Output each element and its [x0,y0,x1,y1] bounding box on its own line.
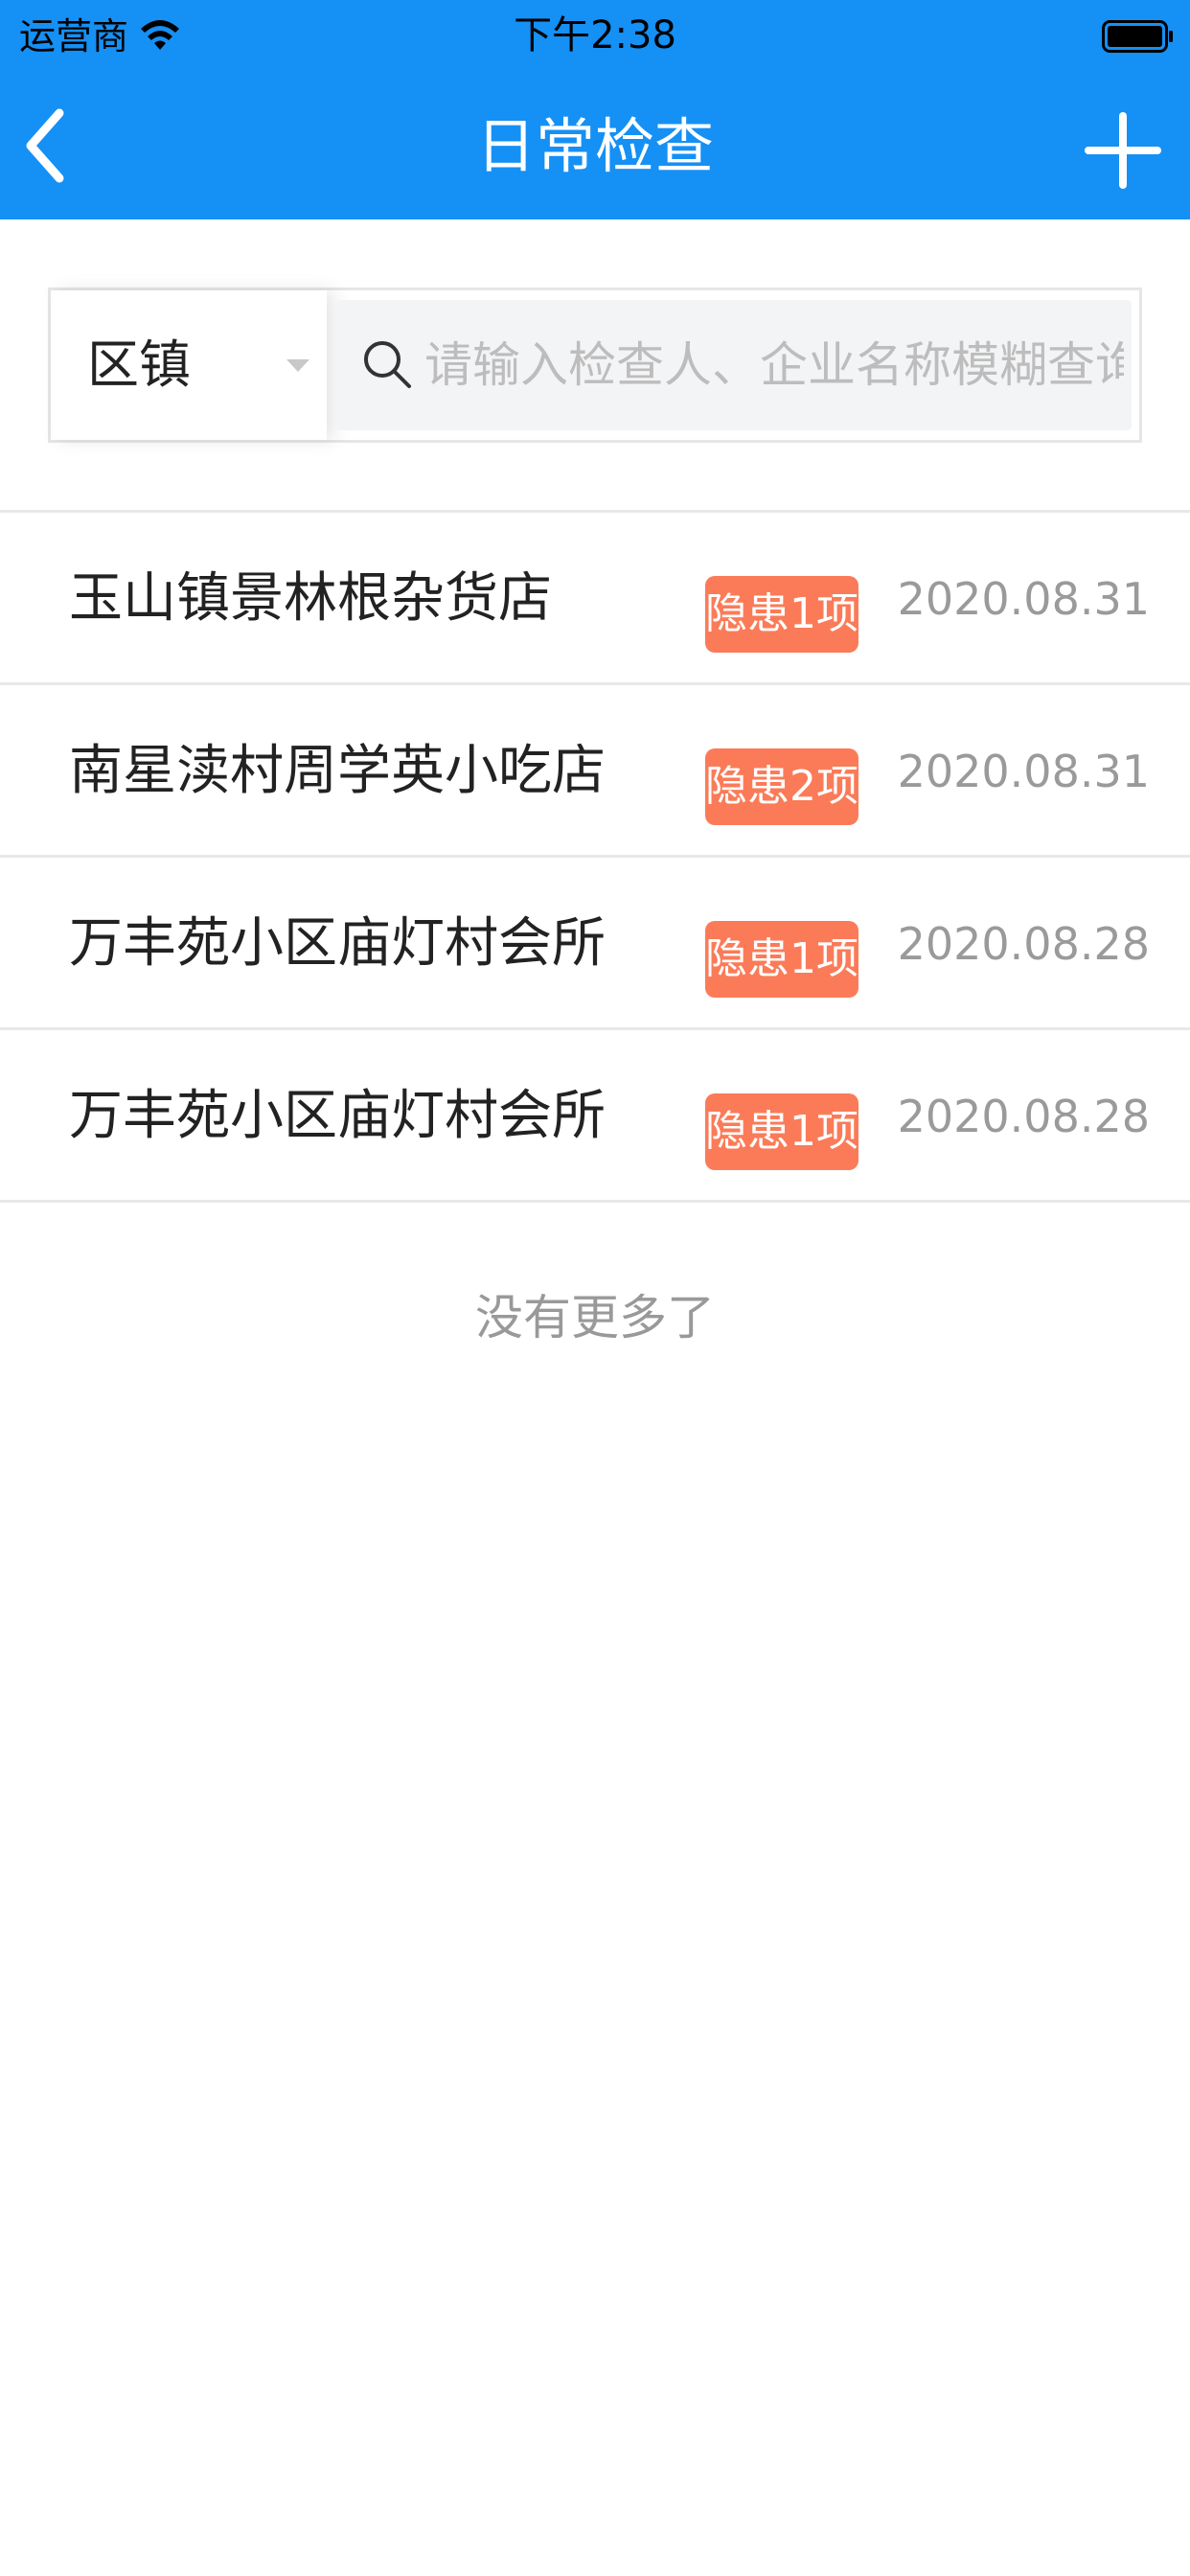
company-name: 万丰苑小区庙灯村会所 [69,912,606,975]
company-name: 南星渎村周学英小吃店 [69,740,606,802]
chevron-left-icon [26,108,64,183]
list-item[interactable]: 南星渎村周学英小吃店 隐患2项 2020.08.31 [0,685,1190,858]
app-header: 运营商 下午2:38 日常检查 [0,0,1190,219]
search-icon [364,341,411,388]
list-item[interactable]: 万丰苑小区庙灯村会所 隐患1项 2020.08.28 [0,1030,1190,1203]
no-more-label: 没有更多了 [475,1290,715,1346]
hazard-badge: 隐患2项 [705,748,858,825]
hazard-badge: 隐患1项 [705,1093,858,1170]
status-time: 下午2:38 [514,13,676,58]
list-item[interactable]: 万丰苑小区庙灯村会所 隐患1项 2020.08.28 [0,858,1190,1030]
inspection-date: 2020.08.28 [897,1091,1150,1142]
inspection-date: 2020.08.31 [897,573,1150,625]
district-label: 区镇 [87,334,191,395]
filter-bar: 区镇 [48,288,1142,443]
caret-down-icon [286,359,309,372]
back-button[interactable] [23,103,100,189]
district-dropdown[interactable]: 区镇 [51,290,327,440]
list-item[interactable]: 玉山镇景林根杂货店 隐患1项 2020.08.31 [0,513,1190,685]
battery-icon [1102,20,1173,53]
navigation-bar: 日常检查 [0,74,1190,219]
company-name: 万丰苑小区庙灯村会所 [69,1085,606,1147]
hazard-badge: 隐患1项 [705,576,858,653]
inspection-date: 2020.08.28 [897,918,1150,970]
company-name: 玉山镇景林根杂货店 [69,567,552,630]
add-button[interactable] [1083,110,1163,191]
hazard-badge: 隐患1项 [705,921,858,998]
inspection-list: 玉山镇景林根杂货店 隐患1项 2020.08.31 南星渎村周学英小吃店 隐患2… [0,513,1190,1203]
inspection-date: 2020.08.31 [897,746,1150,797]
search-box [336,300,1132,430]
page-title: 日常检查 [475,111,714,181]
search-input[interactable] [424,300,1124,430]
status-bar: 运营商 下午2:38 [0,0,1190,74]
